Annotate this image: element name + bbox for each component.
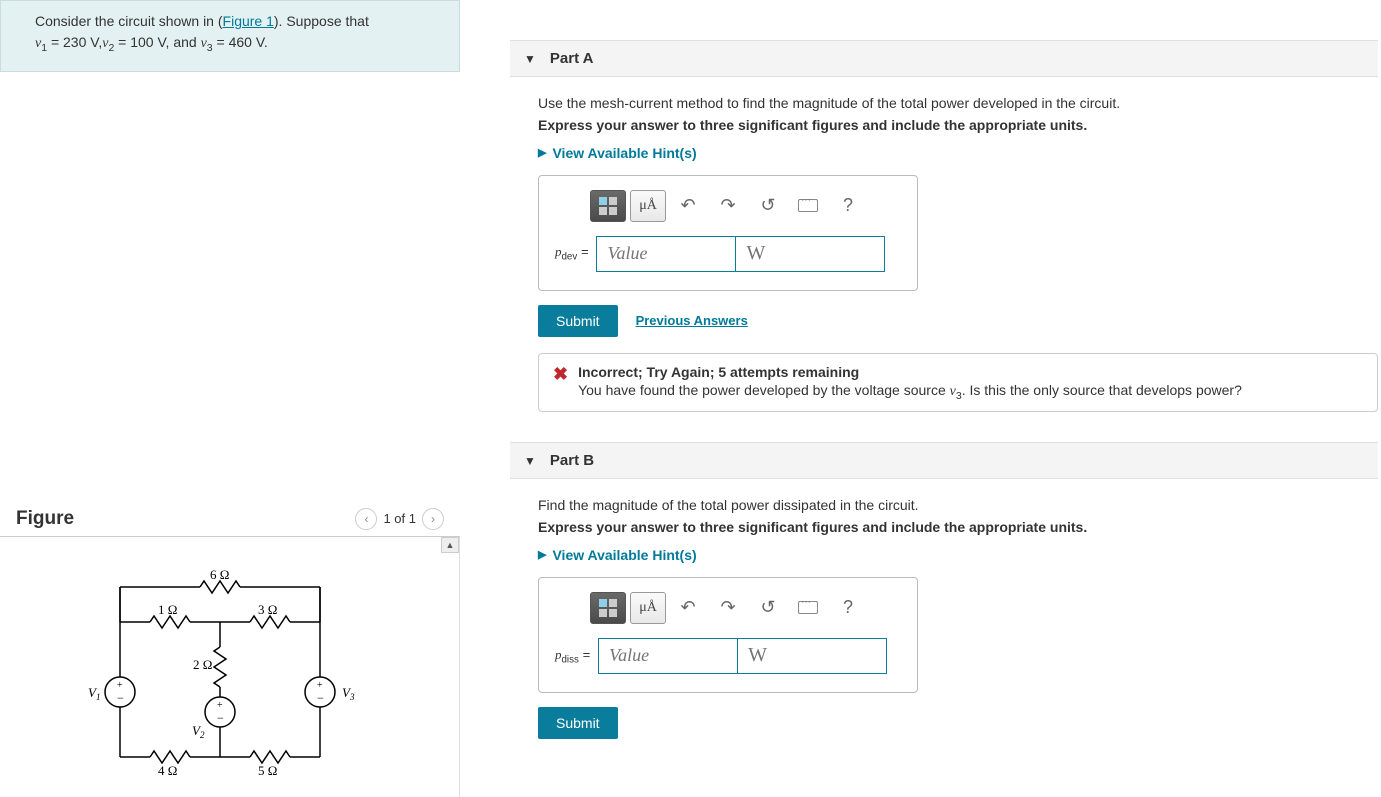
svg-text:−: −: [117, 691, 124, 705]
figure-header: Figure ‹ 1 of 1 ›: [0, 502, 460, 537]
redo-button[interactable]: ↷: [710, 592, 746, 624]
feedback-headline: Incorrect; Try Again; 5 attempts remaini…: [578, 364, 1242, 380]
part-b-submit-button[interactable]: Submit: [538, 707, 618, 739]
keyboard-icon: [798, 199, 818, 212]
svg-text:+: +: [217, 700, 223, 711]
figure-body: ▲: [0, 537, 460, 797]
special-char-button[interactable]: μÅ: [630, 190, 666, 222]
svg-text:+: +: [117, 680, 123, 691]
svg-text:V1: V1: [88, 685, 100, 702]
svg-text:V3: V3: [342, 685, 355, 702]
part-b-hint-toggle[interactable]: ▶ View Available Hint(s): [538, 547, 697, 563]
svg-text:3 Ω: 3 Ω: [258, 602, 277, 617]
circuit-diagram: 6 Ω 1 Ω 3 Ω 2 Ω 4 Ω 5 Ω V1 V2 V3 + − + −…: [80, 567, 380, 787]
part-a-hint-toggle[interactable]: ▶ View Available Hint(s): [538, 145, 697, 161]
help-button[interactable]: ?: [830, 190, 866, 222]
svg-text:V2: V2: [192, 723, 205, 740]
svg-text:−: −: [217, 711, 224, 725]
caret-down-icon: ▼: [524, 454, 536, 468]
part-a-answer-box: μÅ ↶ ↷ ↺ ? pdev =: [538, 175, 918, 291]
part-b-header[interactable]: ▼ Part B: [510, 442, 1378, 479]
svg-text:4 Ω: 4 Ω: [158, 763, 177, 778]
feedback-detail: You have found the power developed by th…: [578, 382, 1242, 402]
svg-text:+: +: [317, 680, 323, 691]
svg-text:2 Ω: 2 Ω: [193, 657, 212, 672]
part-a-header[interactable]: ▼ Part A: [510, 40, 1378, 77]
part-a-submit-button[interactable]: Submit: [538, 305, 618, 337]
redo-button[interactable]: ↷: [710, 190, 746, 222]
part-b-unit-input[interactable]: [737, 638, 887, 674]
caret-right-icon: ▶: [538, 146, 546, 159]
part-b-title: Part B: [550, 452, 594, 469]
templates-button[interactable]: [590, 190, 626, 222]
part-a-previous-answers[interactable]: Previous Answers: [636, 313, 748, 328]
keyboard-icon: [798, 601, 818, 614]
undo-button[interactable]: ↶: [670, 592, 706, 624]
part-a-format: Express your answer to three significant…: [538, 117, 1378, 133]
caret-down-icon: ▼: [524, 52, 536, 66]
keyboard-button[interactable]: [790, 190, 826, 222]
svg-text:1 Ω: 1 Ω: [158, 602, 177, 617]
reset-button[interactable]: ↺: [750, 592, 786, 624]
part-a-variable: pdev =: [555, 244, 588, 263]
problem-statement: Consider the circuit shown in (Figure 1)…: [0, 0, 460, 72]
problem-text: Consider the circuit shown in (: [35, 13, 223, 29]
help-button[interactable]: ?: [830, 592, 866, 624]
svg-text:5 Ω: 5 Ω: [258, 763, 277, 778]
part-a-feedback: ✖ Incorrect; Try Again; 5 attempts remai…: [538, 353, 1378, 413]
part-a-instruction: Use the mesh-current method to find the …: [538, 95, 1378, 111]
part-a-unit-input[interactable]: [735, 236, 885, 272]
figure-prev-button[interactable]: ‹: [355, 508, 377, 530]
reset-button[interactable]: ↺: [750, 190, 786, 222]
part-a-value-input[interactable]: [596, 236, 736, 272]
figure-link[interactable]: Figure 1: [223, 13, 274, 29]
undo-button[interactable]: ↶: [670, 190, 706, 222]
figure-counter: 1 of 1: [383, 511, 416, 526]
part-b-instruction: Find the magnitude of the total power di…: [538, 497, 1378, 513]
templates-button[interactable]: [590, 592, 626, 624]
part-b-value-input[interactable]: [598, 638, 738, 674]
svg-text:6 Ω: 6 Ω: [210, 567, 229, 582]
keyboard-button[interactable]: [790, 592, 826, 624]
part-b-variable: pdiss =: [555, 647, 590, 666]
part-b-answer-box: μÅ ↶ ↷ ↺ ? pdiss =: [538, 577, 918, 693]
figure-next-button[interactable]: ›: [422, 508, 444, 530]
part-b-format: Express your answer to three significant…: [538, 519, 1378, 535]
svg-text:−: −: [317, 691, 324, 705]
caret-right-icon: ▶: [538, 548, 546, 561]
scroll-up-button[interactable]: ▲: [441, 537, 459, 553]
special-char-button[interactable]: μÅ: [630, 592, 666, 624]
incorrect-icon: ✖: [553, 364, 568, 386]
figure-title: Figure: [16, 502, 74, 536]
part-a-title: Part A: [550, 50, 594, 67]
